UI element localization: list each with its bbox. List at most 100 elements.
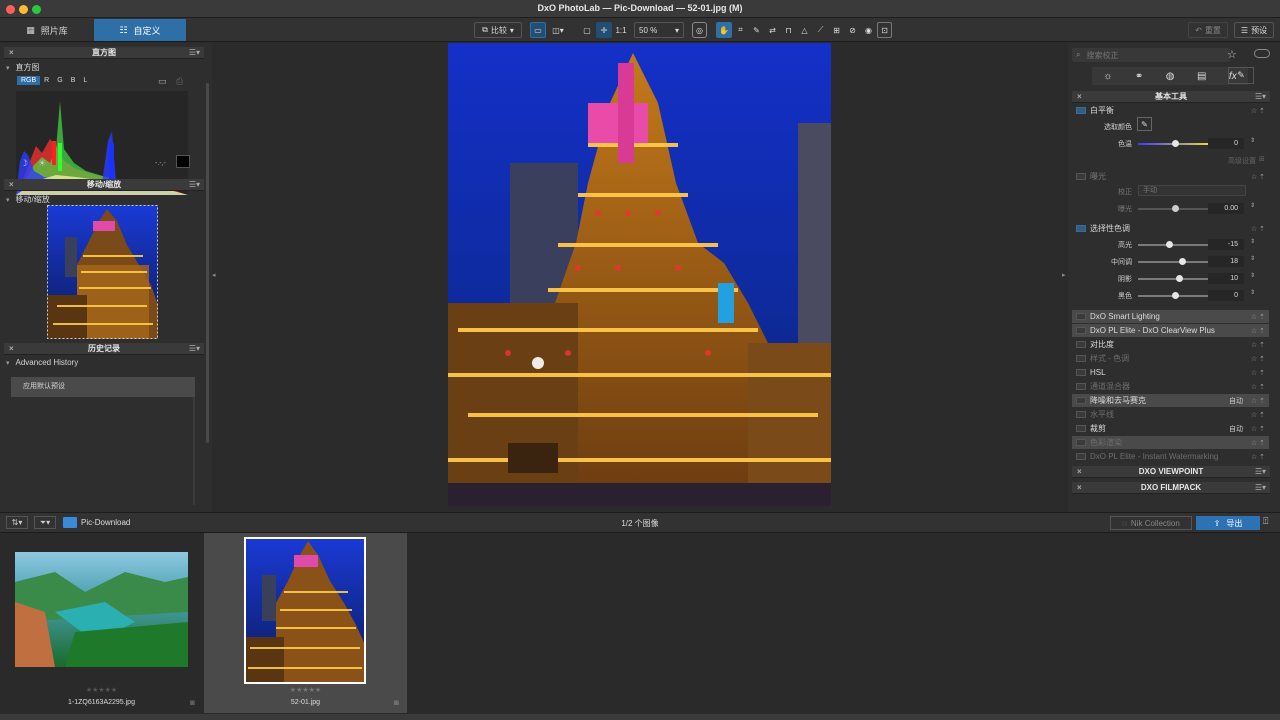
rating-stars[interactable]: ★★★★★: [0, 686, 203, 694]
masks-button[interactable]: ⊡: [877, 22, 892, 38]
enable-checkbox[interactable]: [1076, 439, 1086, 446]
single-view-button[interactable]: ▭: [530, 22, 546, 38]
thumbnail-image[interactable]: [15, 552, 188, 667]
star-icon[interactable]: ☆ ⇡: [1251, 383, 1265, 391]
thumbnail-item[interactable]: ★★★★★ 1-1ZQ6163A2295.jpg ◙: [0, 533, 203, 713]
clip-color-swatch[interactable]: [176, 155, 190, 168]
red-eye-button[interactable]: ⊞: [829, 22, 844, 38]
menu-icon[interactable]: ☰▾: [1255, 467, 1266, 476]
left-collapse-handle[interactable]: ◂: [212, 271, 216, 279]
menu-icon[interactable]: ☰▾: [1255, 483, 1266, 492]
tool-row[interactable]: DxO PL Elite - DxO ClearView Plus ☆ ⇡: [1072, 324, 1269, 337]
wb-advanced[interactable]: 高级设置: [1190, 156, 1256, 166]
tool-row[interactable]: 对比度 ☆ ⇡: [1072, 338, 1269, 351]
volume-tool-button[interactable]: △: [797, 22, 812, 38]
tone-slider-knob[interactable]: [1172, 292, 1179, 299]
local-adjust-icon[interactable]: ✎: [1228, 67, 1254, 84]
exposure-mode-select[interactable]: 手动: [1138, 185, 1246, 196]
eyedropper-icon[interactable]: ✎: [1137, 117, 1152, 131]
detail-icon[interactable]: ◍: [1166, 71, 1175, 82]
enable-checkbox[interactable]: [1076, 313, 1086, 320]
stepper-icon[interactable]: ⇕: [1250, 202, 1255, 209]
tool-exposure[interactable]: 曝光 ☆ ⇡: [1072, 170, 1269, 183]
loupe-button[interactable]: ◎: [692, 22, 707, 38]
close-icon[interactable]: ×: [1077, 467, 1082, 476]
search-input[interactable]: [1086, 50, 1207, 60]
menu-icon[interactable]: ☰▾: [1255, 92, 1266, 101]
star-icon[interactable]: ☆ ⇡: [1251, 341, 1265, 349]
menu-icon[interactable]: ☰▾: [189, 344, 200, 353]
left-panel-scrollbar[interactable]: [206, 83, 209, 443]
star-icon[interactable]: ☆ ⇡: [1251, 313, 1265, 321]
star-icon[interactable]: ☆ ⇡: [1251, 411, 1265, 419]
star-icon[interactable]: ☆ ⇡: [1251, 397, 1265, 405]
close-icon[interactable]: ×: [1077, 92, 1082, 101]
tab-library[interactable]: ▦ 照片库: [0, 19, 94, 41]
tool-row[interactable]: 裁剪 自动 ☆ ⇡: [1072, 422, 1269, 435]
history-item[interactable]: 应用默认预设: [11, 377, 195, 397]
tone-value[interactable]: -15: [1208, 239, 1244, 250]
tone-slider-knob[interactable]: [1179, 258, 1186, 265]
share-icon[interactable]: ⍐: [1263, 516, 1268, 527]
enable-checkbox[interactable]: [1076, 411, 1086, 418]
exposure-slider-knob[interactable]: [1172, 205, 1179, 212]
right-collapse-handle[interactable]: ▸: [1062, 271, 1066, 279]
temp-slider-knob[interactable]: [1172, 140, 1179, 147]
color-icon[interactable]: ⚭: [1135, 71, 1143, 82]
tool-row[interactable]: HSL ☆ ⇡: [1072, 366, 1269, 379]
presets-button[interactable]: ☰ 预设: [1234, 22, 1274, 38]
close-icon[interactable]: ×: [1077, 483, 1082, 492]
monitor-icon[interactable]: ▭: [158, 76, 167, 87]
star-icon[interactable]: ☆ ⇡: [1251, 369, 1265, 377]
tool-white-balance[interactable]: 白平衡 ☆ ⇡: [1072, 104, 1269, 117]
tone-value[interactable]: 18: [1208, 256, 1244, 267]
move-tool-button[interactable]: ✛: [596, 22, 612, 38]
enable-checkbox[interactable]: [1076, 225, 1086, 232]
channel-l[interactable]: L: [79, 76, 91, 85]
enable-checkbox[interactable]: [1076, 355, 1086, 362]
tone-slider[interactable]: [1138, 244, 1212, 246]
wb-picker-button[interactable]: ✎: [749, 22, 764, 38]
image-viewer[interactable]: ◂ ▸: [212, 43, 1068, 512]
enable-checkbox[interactable]: [1076, 173, 1086, 180]
softproof-icon[interactable]: ⎙: [176, 76, 183, 87]
navigator-thumbnail[interactable]: [47, 205, 158, 339]
moon-icon[interactable]: ☽: [20, 158, 28, 169]
close-icon[interactable]: ×: [9, 48, 14, 57]
one-to-one-button[interactable]: 1:1: [613, 22, 629, 38]
stepper-icon[interactable]: ⇕: [1250, 289, 1255, 296]
enable-checkbox[interactable]: [1076, 327, 1086, 334]
star-icon[interactable]: ☆ ⇡: [1251, 453, 1265, 461]
channel-g[interactable]: G: [53, 76, 66, 85]
tone-value[interactable]: 0: [1208, 290, 1244, 301]
enable-checkbox[interactable]: [1076, 341, 1086, 348]
enable-checkbox[interactable]: [1076, 453, 1086, 460]
repair-tool-button[interactable]: ⊘: [845, 22, 860, 38]
tool-row[interactable]: 样式 - 色调 ☆ ⇡: [1072, 352, 1269, 365]
thumbnail-image[interactable]: [244, 537, 366, 684]
filmpack-header[interactable]: × DXO FILMPACK ☰▾: [1072, 482, 1270, 494]
folder-name[interactable]: Pic-Download: [81, 518, 130, 527]
tool-row[interactable]: 水平线 ☆ ⇡: [1072, 408, 1269, 421]
crop-tool-button[interactable]: ⌗: [733, 22, 748, 38]
filmstrip-scrollbar[interactable]: [0, 714, 1280, 720]
tool-row[interactable]: 通道混合器 ☆ ⇡: [1072, 380, 1269, 393]
enable-checkbox[interactable]: [1076, 425, 1086, 432]
tool-row[interactable]: DxO Smart Lighting ☆ ⇡: [1072, 310, 1269, 323]
compare-button[interactable]: ⧉ 比较 ▾: [474, 22, 522, 38]
close-icon[interactable]: ×: [9, 344, 14, 353]
thumbnail-item-selected[interactable]: ★★★★★ 52-01.jpg ◙: [204, 533, 407, 713]
channel-r[interactable]: R: [40, 76, 53, 85]
tool-row[interactable]: DxO PL Elite - Instant Watermarking ☆ ⇡: [1072, 450, 1269, 463]
filter-icon[interactable]: ⏷▾: [34, 516, 56, 529]
tool-selective-tone[interactable]: 选择性色调 ☆ ⇡: [1072, 222, 1269, 235]
main-image[interactable]: [448, 43, 831, 506]
exposure-value[interactable]: 0.00: [1208, 203, 1244, 214]
fit-view-button[interactable]: ▢: [580, 22, 594, 38]
close-icon[interactable]: ×: [9, 180, 14, 189]
enable-checkbox[interactable]: [1076, 107, 1086, 114]
star-icon[interactable]: ☆ ⇡: [1251, 439, 1265, 447]
histogram-subheader[interactable]: ▾ 直方图: [6, 62, 40, 73]
plus-icon[interactable]: ⊞: [1259, 155, 1265, 163]
menu-icon[interactable]: ☰▾: [189, 48, 200, 57]
